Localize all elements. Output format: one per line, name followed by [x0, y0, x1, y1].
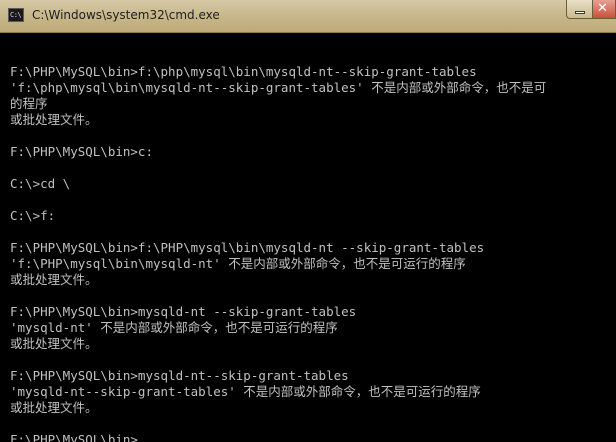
cmd-icon-text: C:\: [10, 11, 22, 19]
console-line: 或批处理文件。: [10, 336, 98, 351]
console-line: F:\PHP\MySQL\bin>c:: [10, 144, 153, 159]
console-line: C:\>cd \: [10, 176, 71, 191]
console-line: C:\>f:: [10, 208, 56, 223]
console-line: F:\PHP\MySQL\bin>mysqld-nt--skip-grant-t…: [10, 368, 349, 383]
console-prompt: F:\PHP\MySQL\bin>: [10, 432, 138, 442]
console-line: F:\PHP\MySQL\bin>f:\php\mysql\bin\mysqld…: [10, 64, 477, 79]
console-line: F:\PHP\MySQL\bin>mysqld-nt --skip-grant-…: [10, 304, 357, 319]
cmd-window: C:\ C:\Windows\system32\cmd.exe ✕ F:\PHP…: [0, 0, 616, 442]
minimize-icon: [575, 11, 585, 14]
console-line: 或批处理文件。: [10, 400, 98, 415]
console-line: F:\PHP\MySQL\bin>f:\PHP\mysql\bin\mysqld…: [10, 240, 485, 255]
console-line: 或批处理文件。: [10, 272, 98, 287]
console-line: 的程序: [10, 96, 48, 111]
window-controls: ✕: [566, 0, 616, 20]
close-icon: ✕: [597, 1, 608, 16]
console-lines: F:\PHP\MySQL\bin>f:\php\mysql\bin\mysqld…: [10, 48, 614, 442]
cmd-icon[interactable]: C:\: [8, 8, 24, 22]
console-line: 'f:\php\mysql\bin\mysqld-nt--skip-grant-…: [10, 80, 547, 95]
console-line: 'f:\PHP\mysql\bin\mysqld-nt' 不是内部或外部命令，也…: [10, 256, 466, 271]
minimize-button[interactable]: [566, 0, 592, 19]
console-prompt-line[interactable]: F:\PHP\MySQL\bin>: [10, 432, 614, 442]
window-title: C:\Windows\system32\cmd.exe: [32, 8, 220, 22]
console-line: 'mysqld-nt' 不是内部或外部命令，也不是可运行的程序: [10, 320, 338, 335]
console-output[interactable]: F:\PHP\MySQL\bin>f:\php\mysql\bin\mysqld…: [0, 33, 616, 442]
close-button[interactable]: ✕: [592, 0, 616, 19]
console-line: 或批处理文件。: [10, 112, 98, 127]
title-bar[interactable]: C:\ C:\Windows\system32\cmd.exe ✕: [0, 0, 616, 33]
console-line: 'mysqld-nt--skip-grant-tables' 不是内部或外部命令…: [10, 384, 481, 399]
